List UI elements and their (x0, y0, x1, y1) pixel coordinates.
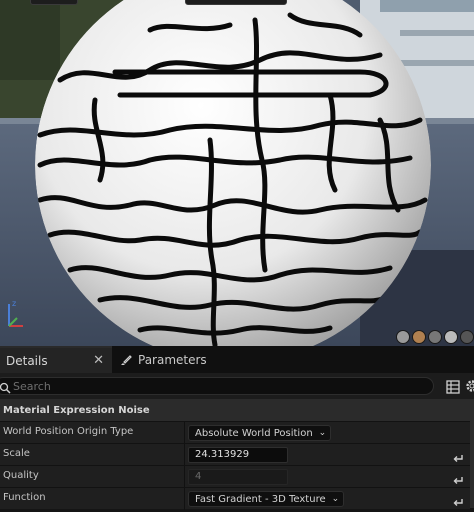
property-name: Function (3, 492, 46, 503)
function-dropdown[interactable]: Fast Gradient - 3D Texture ⌄ (188, 491, 344, 507)
details-scrollbar[interactable] (470, 399, 474, 508)
property-row-scale: Scale 24.313929 (0, 443, 470, 465)
property-row-function: Function Fast Gradient - 3D Texture ⌄ (0, 487, 470, 509)
property-row-world-position-origin-type: World Position Origin Type Absolute Worl… (0, 421, 470, 443)
property-row-quality: Quality 4 (0, 465, 470, 487)
preview-sphere-icon[interactable] (396, 330, 410, 344)
search-field[interactable] (0, 377, 434, 395)
tab-details-label: Details (6, 354, 48, 368)
material-preview-viewport[interactable]: z (0, 0, 474, 346)
scale-input[interactable]: 24.313929 (188, 447, 288, 463)
quality-input: 4 (188, 469, 288, 485)
axis-gizmo-icon: z (3, 296, 29, 332)
viewport-toolbar-button[interactable] (30, 0, 78, 5)
svg-text:z: z (12, 299, 16, 308)
preview-sphere-icon[interactable] (428, 330, 442, 344)
preview-scene (0, 0, 474, 346)
column-divider[interactable] (184, 488, 185, 510)
column-divider[interactable] (184, 466, 185, 488)
preview-sphere-icon[interactable] (460, 330, 474, 344)
column-divider[interactable] (184, 422, 185, 444)
gear-icon[interactable] (464, 378, 474, 394)
reset-arrow-icon[interactable] (452, 471, 464, 483)
chevron-down-icon: ⌄ (332, 494, 340, 504)
close-icon[interactable]: ✕ (93, 353, 104, 368)
section-title: Material Expression Noise (3, 405, 150, 416)
property-name: Quality (3, 470, 39, 481)
preview-sphere-icon[interactable] (412, 330, 426, 344)
table-icon[interactable] (446, 379, 460, 393)
preview-mesh-selector[interactable] (396, 330, 474, 344)
section-header[interactable]: Material Expression Noise (0, 399, 470, 421)
tab-details[interactable]: Details ✕ (0, 346, 112, 373)
noise-sphere (35, 0, 431, 346)
paint-brush-icon (120, 354, 132, 366)
details-search-row (0, 373, 474, 399)
tab-parameters-label: Parameters (138, 353, 207, 367)
viewport-toolbar-button[interactable] (185, 0, 287, 5)
panel-tab-bar: Details ✕ Parameters (0, 346, 474, 373)
reset-arrow-icon[interactable] (452, 449, 464, 461)
column-divider[interactable] (184, 444, 185, 466)
property-name: World Position Origin Type (3, 426, 133, 437)
search-icon (0, 379, 11, 391)
chevron-down-icon: ⌄ (319, 428, 327, 438)
search-input[interactable] (13, 378, 413, 394)
details-property-grid: Material Expression Noise World Position… (0, 399, 474, 508)
tab-parameters[interactable]: Parameters (112, 346, 312, 373)
world-position-origin-dropdown[interactable]: Absolute World Position ⌄ (188, 425, 331, 441)
dropdown-value: Fast Gradient - 3D Texture (195, 494, 326, 505)
property-name: Scale (3, 448, 30, 459)
preview-sphere-icon[interactable] (444, 330, 458, 344)
dropdown-value: Absolute World Position (195, 428, 313, 439)
reset-arrow-icon[interactable] (452, 493, 464, 505)
